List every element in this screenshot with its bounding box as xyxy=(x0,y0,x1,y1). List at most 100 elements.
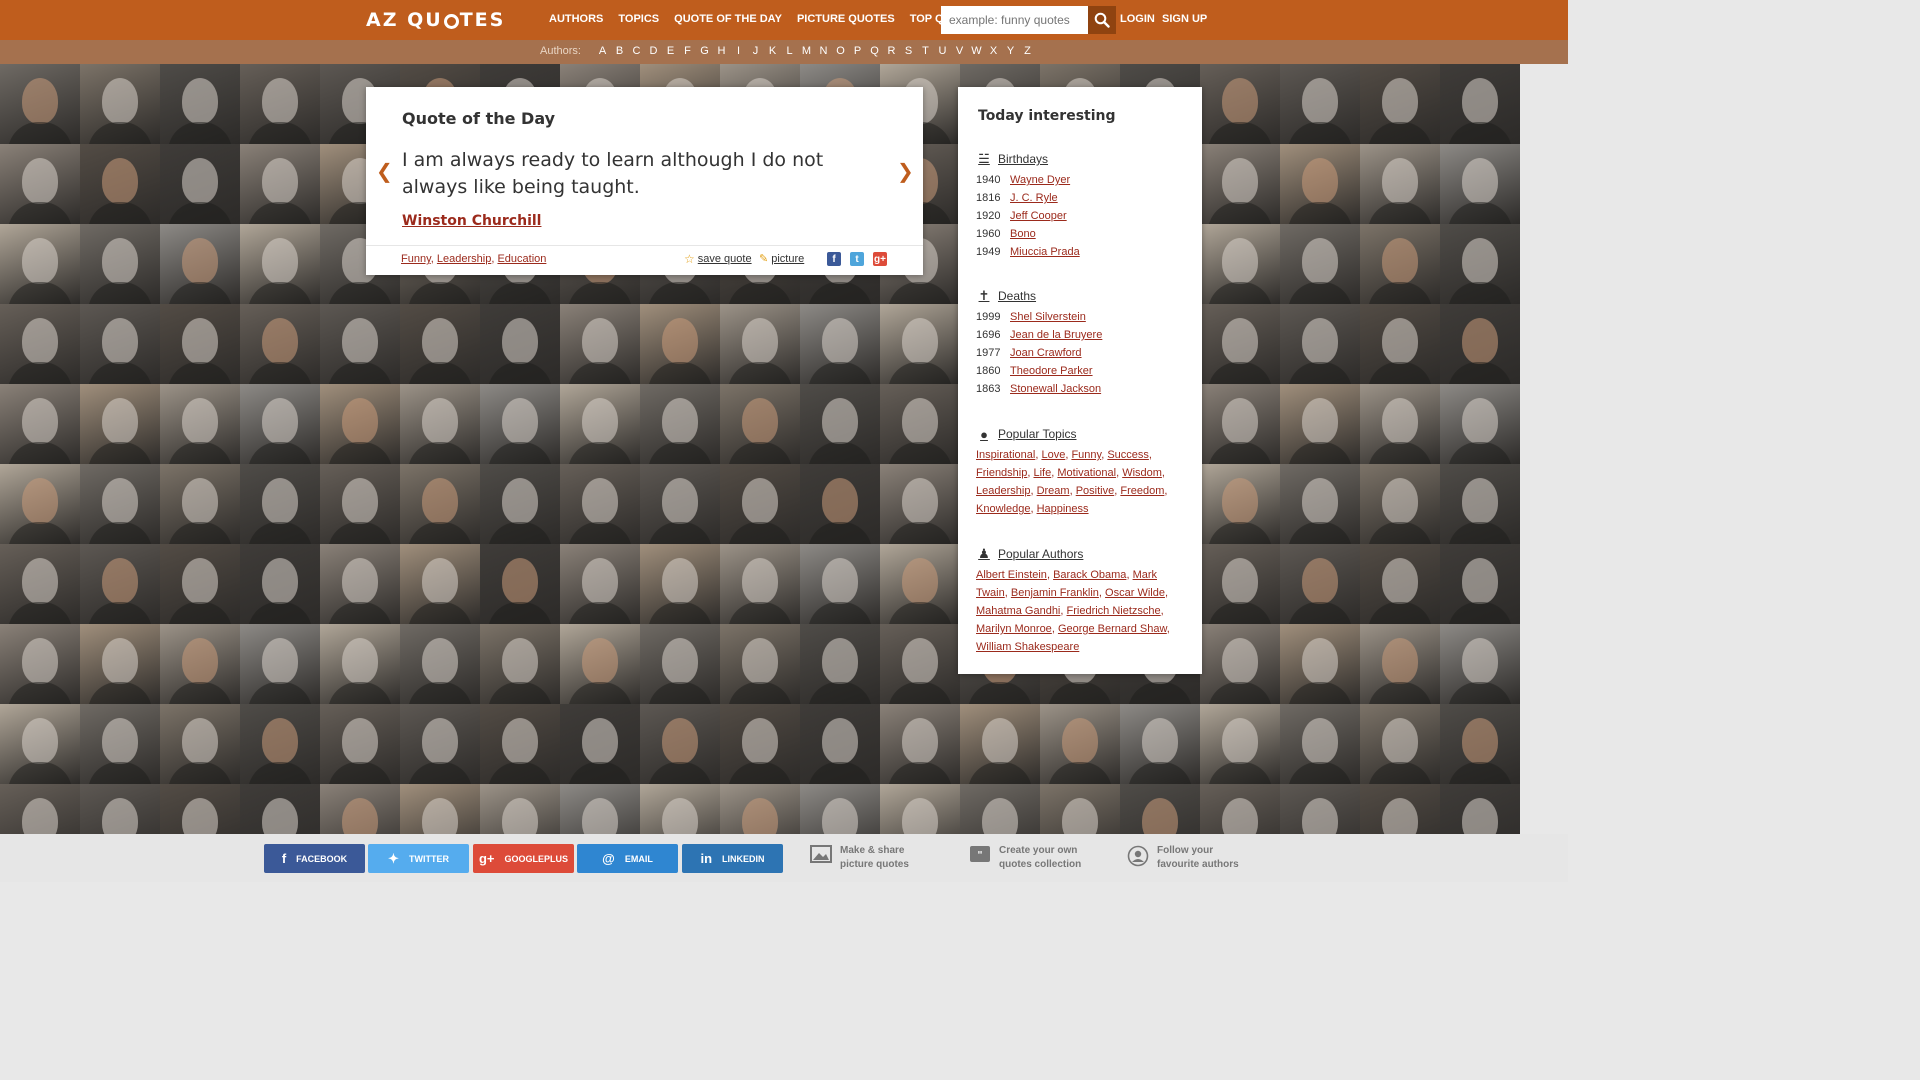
author-portrait[interactable] xyxy=(640,624,720,704)
author-portrait[interactable] xyxy=(1440,64,1520,144)
author-portrait[interactable] xyxy=(320,544,400,624)
author-portrait[interactable] xyxy=(720,464,800,544)
author-portrait[interactable] xyxy=(480,704,560,784)
author-link[interactable]: Benjamin Franklin xyxy=(1011,587,1099,599)
feature-collection[interactable]: " Create your own quotes collection xyxy=(969,844,1081,872)
feature-follow-authors[interactable]: Follow your favourite authors xyxy=(1127,844,1239,872)
quote-text[interactable]: I am always ready to learn although I do… xyxy=(402,147,832,201)
author-portrait[interactable] xyxy=(1440,624,1520,704)
author-portrait[interactable] xyxy=(400,384,480,464)
alphabet-letter-link[interactable]: I xyxy=(730,45,747,57)
author-portrait[interactable] xyxy=(1200,304,1280,384)
author-portrait[interactable] xyxy=(1200,64,1280,144)
alphabet-letter-link[interactable]: F xyxy=(679,45,696,57)
author-portrait[interactable] xyxy=(80,384,160,464)
topic-link[interactable]: Success xyxy=(1107,449,1149,461)
author-portrait[interactable] xyxy=(480,304,560,384)
person-link[interactable]: J. C. Ryle xyxy=(1010,189,1058,207)
author-portrait[interactable] xyxy=(0,64,80,144)
author-portrait[interactable] xyxy=(240,64,320,144)
tag-link[interactable]: Leadership xyxy=(437,253,491,265)
author-portrait[interactable] xyxy=(800,464,880,544)
author-portrait[interactable] xyxy=(80,544,160,624)
topic-link[interactable]: Knowledge xyxy=(976,503,1030,515)
author-portrait[interactable] xyxy=(240,304,320,384)
author-portrait[interactable] xyxy=(640,464,720,544)
alphabet-letter-link[interactable]: P xyxy=(849,45,866,57)
author-link[interactable]: Oscar Wilde xyxy=(1105,587,1165,599)
author-portrait[interactable] xyxy=(0,704,80,784)
author-portrait[interactable] xyxy=(720,704,800,784)
author-portrait[interactable] xyxy=(400,464,480,544)
prev-quote-chevron-icon[interactable]: ❮ xyxy=(376,159,393,183)
person-link[interactable]: Shel Silverstein xyxy=(1010,308,1086,326)
author-portrait[interactable] xyxy=(960,704,1040,784)
author-portrait[interactable] xyxy=(0,464,80,544)
author-portrait[interactable] xyxy=(480,384,560,464)
author-portrait[interactable] xyxy=(800,304,880,384)
author-portrait[interactable] xyxy=(0,624,80,704)
author-portrait[interactable] xyxy=(720,384,800,464)
alphabet-letter-link[interactable]: K xyxy=(764,45,781,57)
person-link[interactable]: Miuccia Prada xyxy=(1010,243,1080,261)
author-portrait[interactable] xyxy=(400,544,480,624)
author-portrait[interactable] xyxy=(1120,704,1200,784)
author-portrait[interactable] xyxy=(1280,704,1360,784)
author-portrait[interactable] xyxy=(80,784,160,834)
author-portrait[interactable] xyxy=(560,384,640,464)
nav-topics[interactable]: TOPICS xyxy=(618,13,659,25)
author-portrait[interactable] xyxy=(1360,464,1440,544)
person-link[interactable]: Stonewall Jackson xyxy=(1010,380,1101,398)
alphabet-letter-link[interactable]: E xyxy=(662,45,679,57)
alphabet-letter-link[interactable]: C xyxy=(628,45,645,57)
author-portrait[interactable] xyxy=(1360,144,1440,224)
popular-authors-heading[interactable]: ♟ Popular Authors xyxy=(976,546,1186,562)
alphabet-letter-link[interactable]: A xyxy=(594,45,611,57)
person-link[interactable]: Bono xyxy=(1010,225,1036,243)
author-link[interactable]: William Shakespeare xyxy=(976,641,1079,653)
nav-quote-of-the-day[interactable]: QUOTE OF THE DAY xyxy=(674,13,782,25)
save-quote-button[interactable]: ☆ save quote xyxy=(684,252,752,266)
tag-link[interactable]: Funny xyxy=(401,253,431,265)
author-portrait[interactable] xyxy=(320,304,400,384)
author-portrait[interactable] xyxy=(1280,64,1360,144)
login-link[interactable]: LOGIN xyxy=(1120,13,1155,25)
author-portrait[interactable] xyxy=(640,784,720,834)
author-portrait[interactable] xyxy=(1440,144,1520,224)
author-portrait[interactable] xyxy=(80,224,160,304)
author-link[interactable]: Mahatma Gandhi xyxy=(976,605,1060,617)
author-portrait[interactable] xyxy=(960,784,1040,834)
author-portrait[interactable] xyxy=(400,784,480,834)
author-portrait[interactable] xyxy=(1200,624,1280,704)
author-portrait[interactable] xyxy=(1440,784,1520,834)
author-portrait[interactable] xyxy=(1200,784,1280,834)
author-portrait[interactable] xyxy=(240,784,320,834)
author-portrait[interactable] xyxy=(240,144,320,224)
person-link[interactable]: Theodore Parker xyxy=(1010,362,1093,380)
alphabet-letter-link[interactable]: D xyxy=(645,45,662,57)
googleplus-share-icon[interactable]: g+ xyxy=(873,252,887,266)
author-portrait[interactable] xyxy=(400,304,480,384)
nav-authors[interactable]: AUTHORS xyxy=(549,13,603,25)
author-portrait[interactable] xyxy=(1360,304,1440,384)
author-portrait[interactable] xyxy=(320,384,400,464)
author-portrait[interactable] xyxy=(1200,704,1280,784)
author-portrait[interactable] xyxy=(800,544,880,624)
author-portrait[interactable] xyxy=(320,624,400,704)
author-portrait[interactable] xyxy=(1360,624,1440,704)
topic-link[interactable]: Love xyxy=(1041,449,1065,461)
author-portrait[interactable] xyxy=(400,704,480,784)
author-portrait[interactable] xyxy=(240,544,320,624)
author-portrait[interactable] xyxy=(160,784,240,834)
picture-quote-button[interactable]: ✎ picture xyxy=(759,252,804,266)
author-portrait[interactable] xyxy=(640,704,720,784)
author-portrait[interactable] xyxy=(880,784,960,834)
alphabet-letter-link[interactable]: Y xyxy=(1002,45,1019,57)
author-portrait[interactable] xyxy=(80,304,160,384)
author-portrait[interactable] xyxy=(880,624,960,704)
alphabet-letter-link[interactable]: R xyxy=(883,45,900,57)
alphabet-letter-link[interactable]: W xyxy=(968,45,985,57)
author-portrait[interactable] xyxy=(560,784,640,834)
signup-link[interactable]: SIGN UP xyxy=(1162,13,1207,25)
author-portrait[interactable] xyxy=(80,64,160,144)
